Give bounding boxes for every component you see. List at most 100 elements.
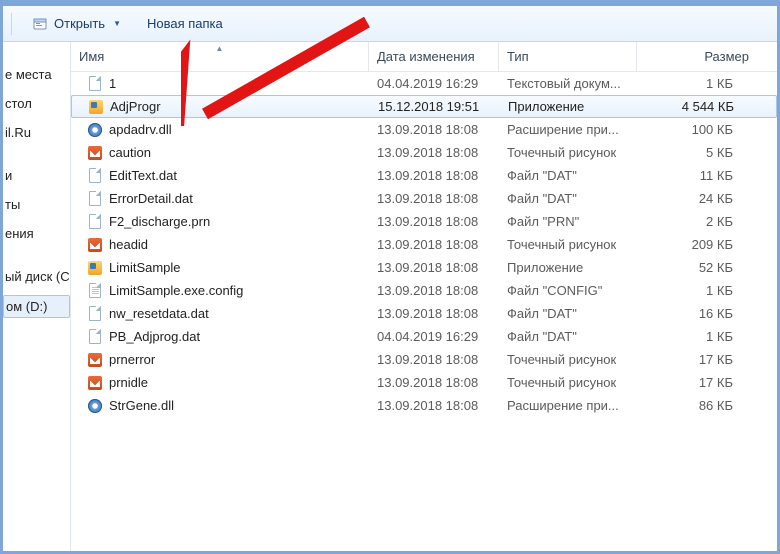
sidebar-item[interactable] xyxy=(3,252,70,258)
file-name: headid xyxy=(109,237,148,252)
cell-date: 13.09.2018 18:08 xyxy=(369,168,499,183)
sidebar-item[interactable]: ения xyxy=(3,223,70,244)
col-type[interactable]: Тип xyxy=(499,42,637,71)
file-rows: 104.04.2019 16:29Текстовый докум...1 КБA… xyxy=(71,72,777,551)
cell-date: 04.04.2019 16:29 xyxy=(369,76,499,91)
table-row[interactable]: F2_discharge.prn13.09.2018 18:08Файл "PR… xyxy=(71,210,777,233)
cell-date: 13.09.2018 18:08 xyxy=(369,191,499,206)
sidebar: е места стол il.Ru и ты ения ый диск (C ом (D:) xyxy=(3,42,71,551)
cell-date: 04.04.2019 16:29 xyxy=(369,329,499,344)
cell-size: 24 КБ xyxy=(637,191,757,206)
cell-size: 4 544 КБ xyxy=(638,99,758,114)
cell-type: Точечный рисунок xyxy=(499,237,637,252)
explorer-window: Открыть ▼ Новая папка е места стол il.Ru ит… xyxy=(0,0,780,554)
cell-size: 16 КБ xyxy=(637,306,757,321)
table-row[interactable]: StrGene.dll13.09.2018 18:08Расширение пр… xyxy=(71,394,777,417)
col-size[interactable]: Размер xyxy=(637,42,757,71)
table-row[interactable]: nw_resetdata.dat13.09.2018 18:08Файл "DA… xyxy=(71,302,777,325)
cell-size: 86 КБ xyxy=(637,398,757,413)
cell-name: prnerror xyxy=(71,352,369,368)
cell-date: 13.09.2018 18:08 xyxy=(369,352,499,367)
cell-date: 13.09.2018 18:08 xyxy=(369,122,499,137)
gear-icon xyxy=(87,398,103,414)
cell-name: PB_Adjprog.dat xyxy=(71,329,369,345)
sidebar-item[interactable]: il.Ru xyxy=(3,122,70,143)
newfolder-button[interactable]: Новая папка xyxy=(137,12,233,35)
cell-type: Приложение xyxy=(500,99,638,114)
cell-size: 100 КБ xyxy=(637,122,757,137)
col-name[interactable]: ▲ Имя xyxy=(71,42,369,71)
table-row[interactable]: apdadrv.dll 13.09.2018 18:08Расширение пр… xyxy=(71,118,777,141)
file-list: ▲ Имя Дата изменения Тип Размер 1 04.04.2… xyxy=(71,42,777,551)
table-row[interactable]: headid 13.09.2018 18:08Точечный рисунок20… xyxy=(71,233,777,256)
sidebar-item[interactable]: ты xyxy=(3,194,70,215)
table-row[interactable]: AdjProgr 15.12.2018 19:51Приложение4 544 … xyxy=(71,95,777,118)
cell-date: 13.09.2018 18:08 xyxy=(369,214,499,229)
table-row[interactable]: 104.04.2019 16:29Текстовый докум...1 КБ xyxy=(71,72,777,95)
table-row[interactable]: EditText.dat13.09.2018 18:08Файл "DAT"11… xyxy=(71,164,777,187)
cell-size: 209 КБ xyxy=(637,237,757,252)
cell-name: EditText.dat xyxy=(71,168,369,184)
cell-name: prnidle xyxy=(71,375,369,391)
file-name: ErrorDetail.dat xyxy=(109,191,193,206)
cell-type: Текстовый докум... xyxy=(499,76,637,91)
dropdown-icon: ▼ xyxy=(113,19,121,28)
file-name: 1 xyxy=(109,76,116,91)
sidebar-item[interactable] xyxy=(3,50,70,56)
cell-type: Файл "DAT" xyxy=(499,168,637,183)
bmp-icon xyxy=(87,237,103,253)
cell-name: apdadrv.dll xyxy=(71,122,369,138)
cell-name: nw_resetdata.dat xyxy=(71,306,369,322)
sidebar-item[interactable] xyxy=(3,151,70,157)
cell-size: 1 КБ xyxy=(637,329,757,344)
cell-type: Точечный рисунок xyxy=(499,352,637,367)
app-icon xyxy=(88,99,104,115)
cell-type: Расширение при... xyxy=(499,122,637,137)
cell-date: 15.12.2018 19:51 xyxy=(370,99,500,114)
table-row[interactable]: ErrorDetail.dat13.09.2018 18:08Файл "DAT… xyxy=(71,187,777,210)
cell-type: Файл "DAT" xyxy=(499,329,637,344)
cell-date: 13.09.2018 18:08 xyxy=(369,260,499,275)
table-row[interactable]: prnerror 13.09.2018 18:08Точечный рисунок… xyxy=(71,348,777,371)
cell-date: 13.09.2018 18:08 xyxy=(369,398,499,413)
cell-type: Расширение при... xyxy=(499,398,637,413)
sidebar-item[interactable]: ом (D:) xyxy=(3,295,70,318)
cell-date: 13.09.2018 18:08 xyxy=(369,237,499,252)
sidebar-item[interactable]: ый диск (C xyxy=(3,266,70,287)
table-row[interactable]: caution13.09.2018 18:08Точечный рисунок5… xyxy=(71,141,777,164)
cell-name: LimitSample xyxy=(71,260,369,276)
file-name: LimitSample.exe.config xyxy=(109,283,243,298)
file-name: AdjProgr xyxy=(110,99,161,114)
file-name: EditText.dat xyxy=(109,168,177,183)
file-name: apdadrv.dll xyxy=(109,122,172,137)
cell-size: 5 КБ xyxy=(637,145,757,160)
sidebar-item[interactable]: е места xyxy=(3,64,70,85)
cell-name: headid xyxy=(71,237,369,253)
table-row[interactable]: LimitSample.exe.config 13.09.2018 18:08Фа… xyxy=(71,279,777,302)
cell-type: Файл "PRN" xyxy=(499,214,637,229)
page-icon xyxy=(87,306,103,322)
sidebar-item[interactable]: стол xyxy=(3,93,70,114)
cell-size: 2 КБ xyxy=(637,214,757,229)
file-name: nw_resetdata.dat xyxy=(109,306,209,321)
toolbar: Открыть ▼ Новая папка xyxy=(3,6,777,42)
file-name: prnerror xyxy=(109,352,155,367)
table-row[interactable]: prnidle13.09.2018 18:08Точечный рисунок1… xyxy=(71,371,777,394)
cell-date: 13.09.2018 18:08 xyxy=(369,283,499,298)
table-row[interactable]: LimitSample13.09.2018 18:08Приложение52 … xyxy=(71,256,777,279)
file-name: LimitSample xyxy=(109,260,181,275)
cell-type: Файл "CONFIG" xyxy=(499,283,637,298)
open-label: Открыть xyxy=(54,16,105,31)
cell-name: caution xyxy=(71,145,369,161)
sidebar-item[interactable]: и xyxy=(3,165,70,186)
open-button[interactable]: Открыть ▼ xyxy=(22,12,131,36)
col-date[interactable]: Дата изменения xyxy=(369,42,499,71)
page-icon xyxy=(87,214,103,230)
cell-size: 17 КБ xyxy=(637,375,757,390)
bmp-icon xyxy=(87,352,103,368)
txt-icon xyxy=(87,76,103,92)
cell-name: StrGene.dll xyxy=(71,398,369,414)
open-icon xyxy=(32,16,48,32)
page-icon xyxy=(87,329,103,345)
table-row[interactable]: PB_Adjprog.dat04.04.2019 16:29Файл "DAT"… xyxy=(71,325,777,348)
